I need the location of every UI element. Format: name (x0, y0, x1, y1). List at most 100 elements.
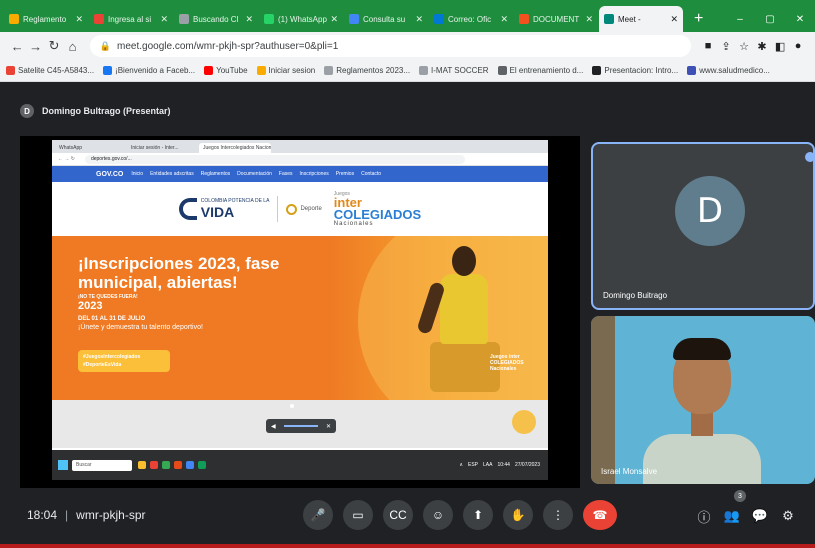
present-button[interactable]: ⬆ (463, 500, 493, 530)
tab-close-icon[interactable]: ✕ (245, 14, 253, 25)
new-tab-button[interactable]: + (684, 6, 713, 32)
tab-close-icon[interactable]: ✕ (500, 14, 508, 25)
bookmark-favicon-icon (103, 66, 113, 75)
inner-tab-strip: WhatsApp Iniciar sesión - Inter... Juego… (52, 140, 548, 153)
tab-close-icon[interactable]: ✕ (585, 14, 593, 25)
browser-tab[interactable]: DOCUMENT ✕ (514, 6, 598, 32)
tab-close-icon[interactable]: ✕ (75, 14, 83, 25)
more-options-button[interactable]: ⋮ (543, 500, 573, 530)
deporte-logo: Deporte (286, 203, 322, 215)
inner-tab-active: Juegos Intercolegiados Nacion... (199, 143, 271, 153)
hero-year: 2023 (78, 300, 103, 312)
bookmark-item[interactable]: Reglamentos 2023... (324, 66, 410, 75)
tab-close-icon[interactable]: ✕ (330, 14, 338, 25)
tab-close-icon[interactable]: ✕ (415, 14, 423, 25)
ring-icon (286, 203, 298, 215)
bookmark-item[interactable]: El entrenamiento d... (497, 66, 583, 75)
browser-tab[interactable]: Ingresa al si ✕ (89, 6, 173, 32)
mic-button[interactable]: 🎤 (303, 500, 333, 530)
tab-title: Meet - (618, 14, 641, 24)
participant-tile-israel[interactable]: Israel Monsalve (591, 316, 815, 484)
close-window-button[interactable]: ✕ (785, 14, 815, 25)
carousel-dot[interactable] (290, 404, 294, 408)
sidepanel-icon[interactable]: ◧ (771, 40, 789, 53)
pin-icon[interactable] (805, 152, 813, 162)
bookmark-item[interactable]: Iniciar sesion (256, 66, 315, 75)
browser-tab[interactable]: (1) WhatsApp ✕ (259, 6, 343, 32)
share-icon[interactable]: ⇪ (717, 40, 735, 53)
camera-button[interactable]: ▭ (343, 500, 373, 530)
browser-tab-strip: Reglamento ✕ Ingresa al si ✕ Buscando Cl ✕ (1)… (0, 0, 815, 32)
side-controls: ⓘ 👥 💬 ⚙ (690, 504, 802, 528)
forward-icon[interactable]: → (26, 39, 44, 54)
camera-icon[interactable]: ■ (699, 40, 717, 53)
bookmark-star-icon[interactable]: ☆ (735, 40, 753, 53)
browser-tab[interactable]: Correo: Ofic ✕ (429, 6, 513, 32)
shared-screen-content: WhatsApp Iniciar sesión - Inter... Juego… (52, 140, 548, 480)
inner-tab: Iniciar sesión - Inter... (131, 145, 179, 151)
tab-favicon-icon (519, 14, 529, 24)
end-call-button[interactable]: ☎ (583, 500, 617, 530)
inner-tab: WhatsApp (59, 145, 83, 151)
bookmark-item[interactable]: Presentacion: Intro... (592, 66, 678, 75)
tab-title: DOCUMENT (533, 14, 580, 24)
bookmark-item[interactable]: ¡Bienvenido a Faceb... (103, 66, 195, 75)
bookmark-favicon-icon (256, 66, 266, 75)
address-bar-row: ← → ↻ ⌂ 🔒 meet.google.com/wmr-pkjh-spr?a… (0, 32, 815, 60)
bookmark-favicon-icon (324, 66, 334, 75)
back-icon[interactable]: ← (8, 39, 26, 54)
browser-tab[interactable]: Buscando Cl ✕ (174, 6, 258, 32)
extensions-icon[interactable]: ✱ (753, 40, 771, 53)
people-button[interactable]: 👥 (718, 504, 746, 528)
help-avatar-icon[interactable] (512, 410, 536, 434)
gov-link: Inicio (131, 171, 144, 177)
raise-hand-button[interactable]: ✋ (503, 500, 533, 530)
bookmark-item[interactable]: YouTube (204, 66, 248, 75)
participant-tile-domingo[interactable]: D Domingo Buitrago (591, 142, 815, 310)
gov-link: Inscripciones (299, 171, 329, 177)
tab-close-icon[interactable]: ✕ (160, 14, 168, 25)
meet-control-bar: 18:04 | wmr-pkjh-spr 🎤 ▭ CC ☺ ⬆ ✋ ⋮ ☎ 3 … (0, 490, 815, 548)
chat-button[interactable]: 💬 (746, 504, 774, 528)
taskbar-search: Buscar (72, 459, 132, 471)
windows-start-icon (58, 460, 68, 470)
minimize-button[interactable]: – (725, 14, 755, 25)
activities-button[interactable]: ⚙ (774, 504, 802, 528)
bookmark-item[interactable]: Satelite C45-A5843... (6, 66, 94, 75)
browser-tab[interactable]: Consulta su ✕ (344, 6, 428, 32)
tab-title: Consulta su (363, 14, 406, 24)
reload-icon[interactable]: ↻ (45, 38, 63, 54)
tab-title: (1) WhatsApp (278, 14, 327, 24)
url-field[interactable]: 🔒 meet.google.com/wmr-pkjh-spr?authuser=… (89, 35, 692, 57)
gov-link: Fases (278, 171, 293, 177)
tab-favicon-icon (264, 14, 274, 24)
gov-link: Premios (335, 171, 355, 177)
tab-close-icon[interactable]: ✕ (670, 14, 678, 25)
app-icon (186, 461, 194, 469)
maximize-button[interactable]: ▢ (755, 14, 785, 25)
bookmark-item[interactable]: I-MAT SOCCER (419, 66, 489, 75)
browser-tab-active[interactable]: Meet - ✕ (599, 6, 683, 32)
system-tray: ∧ ESP LAA 10:44 27/07/2023 (459, 462, 540, 468)
arc-icon (178, 198, 197, 220)
info-button[interactable]: ⓘ (690, 504, 718, 528)
colombia-vida-logo: COLOMBIA POTENCIA DE LA VIDA (178, 198, 269, 220)
screen-share-pill[interactable]: ◀ ✕ (266, 419, 336, 433)
pill-line (283, 425, 318, 427)
profile-icon[interactable]: ● (789, 40, 807, 53)
home-icon[interactable]: ⌂ (63, 39, 81, 54)
captions-button[interactable]: CC (383, 500, 413, 530)
tab-favicon-icon (179, 14, 189, 24)
bottom-edge (0, 544, 815, 548)
bookmark-item[interactable]: www.saludmedico... (687, 66, 770, 75)
bookmark-favicon-icon (687, 66, 697, 75)
meeting-code: wmr-pkjh-spr (76, 508, 146, 522)
reactions-button[interactable]: ☺ (423, 500, 453, 530)
shared-screen: WhatsApp Iniciar sesión - Inter... Juego… (20, 136, 580, 488)
bookmark-favicon-icon (204, 66, 214, 75)
bookmark-label: ¡Bienvenido a Faceb... (115, 66, 196, 75)
hero-slogan: ¡Únete y demuestra tu talento deportivo! (78, 324, 203, 331)
background-door (591, 316, 615, 484)
tab-favicon-icon (434, 14, 444, 24)
browser-tab[interactable]: Reglamento ✕ (4, 6, 88, 32)
